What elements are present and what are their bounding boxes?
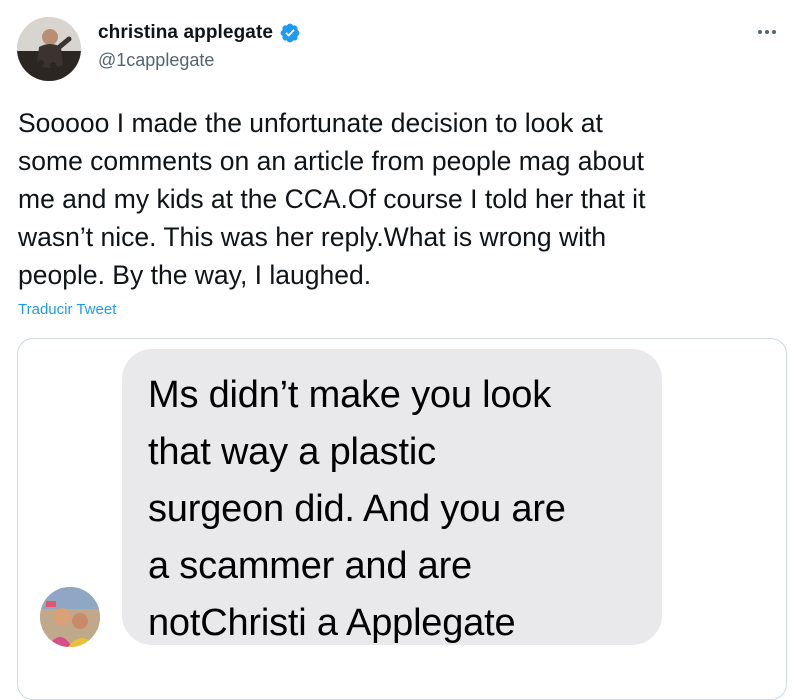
author-avatar[interactable] <box>17 17 81 81</box>
message-bubble-text: Ms didn’t make you look that way a plast… <box>148 374 566 644</box>
tweet-media-image[interactable]: Ms didn’t make you look that way a plast… <box>17 338 787 700</box>
more-options-icon[interactable] <box>754 22 780 42</box>
more-dot <box>772 30 776 34</box>
tweet-body-text: Sooooo I made the unfortunate decision t… <box>18 108 646 290</box>
message-bubble: Ms didn’t make you look that way a plast… <box>122 349 662 645</box>
author-avatar-image <box>17 17 81 81</box>
sender-avatar-image <box>40 587 100 647</box>
more-dot <box>765 30 769 34</box>
translate-tweet-link[interactable]: Traducir Tweet <box>18 301 116 318</box>
author-display-name[interactable]: christina applegate <box>98 22 273 44</box>
verified-badge-icon <box>279 22 301 44</box>
sender-avatar <box>40 587 100 647</box>
author-handle[interactable]: @1capplegate <box>98 50 214 71</box>
more-dot <box>758 30 762 34</box>
author-name-row: christina applegate <box>98 22 301 44</box>
